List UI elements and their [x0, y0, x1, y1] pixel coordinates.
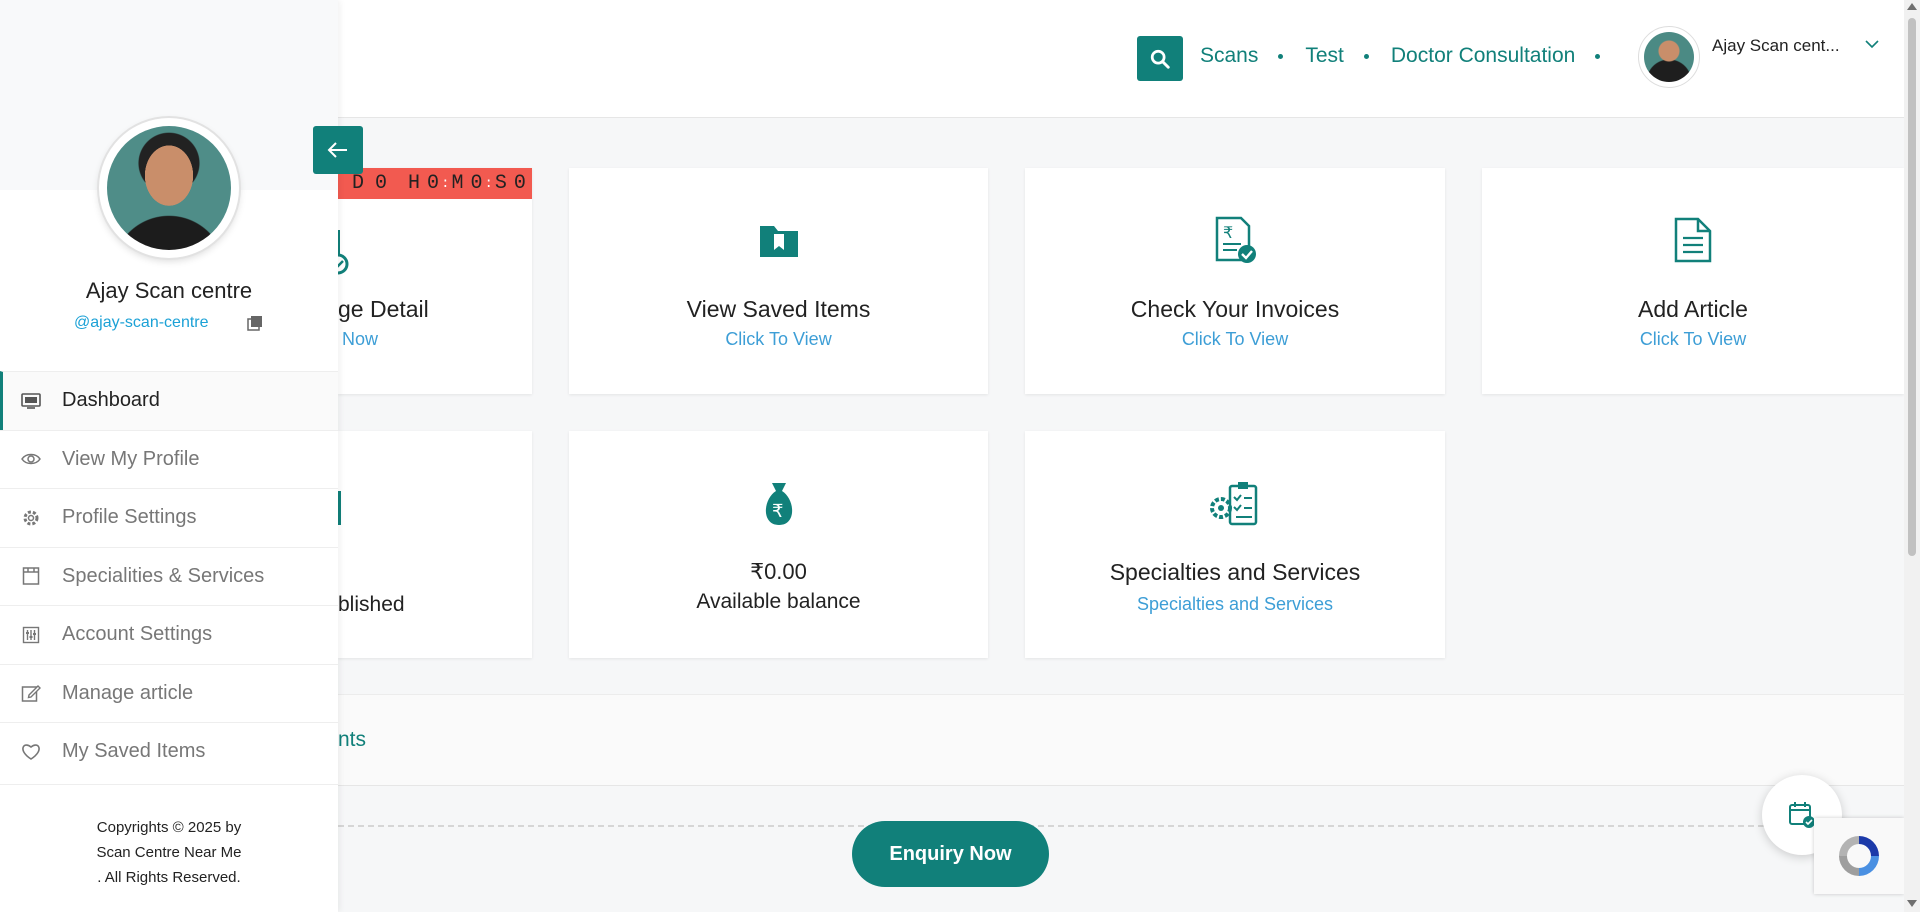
countdown-timer: D0 H0: M0: S0	[338, 168, 532, 199]
invoice-icon: ₹	[1207, 212, 1263, 268]
clipboard-gear-icon	[1207, 476, 1263, 532]
copy-icon[interactable]	[247, 315, 263, 331]
edit-icon	[20, 682, 42, 704]
sidebar-item-label: Specialities & Services	[62, 564, 265, 587]
package-detail-link[interactable]: Now	[338, 329, 532, 350]
specialties-services-link[interactable]: Specialties and Services	[1025, 594, 1445, 615]
sidebar-item-label: Profile Settings	[62, 506, 197, 529]
scroll-down-arrow[interactable]	[1907, 900, 1917, 907]
view-saved-items-title: View Saved Items	[686, 296, 871, 322]
check-invoices-link[interactable]: Click To View	[1025, 329, 1445, 350]
published-icon	[338, 491, 341, 525]
user-name[interactable]: Ajay Scan cent...	[1712, 36, 1840, 56]
timer-minutes-label: M	[451, 172, 465, 195]
profile-photo[interactable]	[99, 118, 239, 258]
sidebar-menu: Dashboard View My Profile Profile Settin…	[0, 371, 338, 781]
nav-separator	[1595, 53, 1601, 59]
document-icon	[1665, 212, 1721, 268]
sidebar-item-label: View My Profile	[62, 447, 200, 470]
enquiry-now-button[interactable]: Enquiry Now	[852, 821, 1049, 887]
sliders-icon	[20, 624, 42, 646]
add-article-title: Add Article	[1638, 296, 1748, 322]
sidebar-item-label: Manage article	[62, 681, 194, 704]
copyright-line: . All Rights Reserved.	[97, 869, 241, 886]
calendar-check-icon	[1789, 802, 1815, 828]
nav-test[interactable]: Test	[1305, 44, 1344, 68]
sidebar-item-label: Account Settings	[62, 623, 213, 646]
search-button[interactable]	[1137, 36, 1183, 81]
timer-seconds-label: S	[494, 172, 508, 195]
svg-text:₹: ₹	[772, 501, 783, 522]
timer-days-label: D	[352, 172, 366, 195]
profile-name: Ajay Scan centre	[85, 278, 253, 303]
page-scrollbar[interactable]	[1904, 0, 1920, 912]
saved-folder-icon	[751, 212, 807, 268]
timer-seconds-value: 0	[513, 172, 527, 195]
sidebar-item-specialities-services[interactable]: Specialities & Services	[0, 546, 338, 606]
sidebar-item-dashboard[interactable]: Dashboard	[0, 371, 338, 430]
check-invoices-title: Check Your Invoices	[1130, 296, 1340, 322]
timer-separator: :	[484, 175, 494, 192]
recaptcha-badge[interactable]	[1814, 818, 1904, 894]
copyright-line: Scan Centre Near Me	[96, 844, 242, 861]
calendar-page-icon	[20, 565, 42, 587]
sidebar-item-manage-article[interactable]: Manage article	[0, 663, 338, 723]
timer-separator: :	[441, 175, 451, 192]
published-card[interactable]: blished	[338, 431, 532, 658]
divider	[338, 825, 1904, 827]
profile-handle[interactable]: @ajay-scan-centre	[74, 314, 209, 332]
package-detail-title: ge Detail	[338, 296, 429, 322]
avatar[interactable]	[1638, 26, 1700, 88]
chevron-down-icon[interactable]	[1864, 36, 1880, 52]
svg-text:₹: ₹	[1223, 223, 1233, 242]
timer-hours-label: H	[408, 172, 422, 195]
published-title: blished	[338, 593, 405, 616]
heart-icon	[20, 741, 42, 763]
monitor-icon	[20, 390, 42, 412]
sidebar-item-label: Dashboard	[62, 389, 160, 412]
sidebar-item-view-profile[interactable]: View My Profile	[0, 429, 338, 489]
balance-label: Available balance	[696, 590, 861, 613]
user-menu[interactable]: Ajay Scan cent...	[1638, 26, 1880, 88]
gear-icon	[20, 507, 42, 529]
main-nav: Scans Test Doctor Consultation	[1200, 44, 1622, 68]
sidebar-item-label: My Saved Items	[62, 740, 206, 763]
nav-separator	[1278, 53, 1284, 59]
view-saved-items-link[interactable]: Click To View	[569, 329, 988, 350]
nav-scans[interactable]: Scans	[1200, 44, 1258, 68]
specialties-services-title: Specialties and Services	[1109, 559, 1361, 585]
specialties-services-card[interactable]: Specialties and Services Specialties and…	[1025, 431, 1445, 658]
sidebar-item-my-saved-items[interactable]: My Saved Items	[0, 722, 338, 781]
search-icon	[1150, 49, 1170, 69]
view-saved-items-card[interactable]: View Saved Items Click To View	[569, 168, 988, 394]
page: Scans Test Doctor Consultation Ajay Scan…	[0, 0, 1920, 912]
sidebar: Ajay Scan centre @ajay-scan-centre Dashb…	[0, 0, 338, 912]
appointments-tab[interactable]: nts	[338, 728, 366, 752]
recaptcha-icon	[1839, 836, 1879, 876]
eye-icon	[20, 448, 42, 470]
available-balance-card[interactable]: ₹ ₹0.00 Available balance	[569, 431, 988, 658]
add-article-link[interactable]: Click To View	[1482, 329, 1904, 350]
copyright-line: Copyrights © 2025 by	[96, 819, 242, 836]
sidebar-item-account-settings[interactable]: Account Settings	[0, 605, 338, 664]
add-article-card[interactable]: Add Article Click To View	[1482, 168, 1904, 394]
sidebar-footer: Copyrights © 2025 by Scan Centre Near Me…	[0, 784, 338, 890]
appointments-tabs-bar	[338, 694, 1904, 786]
sidebar-collapse-button[interactable]	[313, 126, 363, 174]
check-invoices-card[interactable]: ₹ Check Your Invoices Click To View	[1025, 168, 1445, 394]
arrow-left-icon	[327, 142, 347, 158]
balance-amount: ₹0.00	[750, 559, 807, 584]
sidebar-item-profile-settings[interactable]: Profile Settings	[0, 488, 338, 547]
nav-separator	[1363, 53, 1369, 59]
timer-minutes-value: 0	[470, 172, 484, 195]
scroll-up-arrow[interactable]	[1907, 3, 1917, 10]
nav-doctor-consultation[interactable]: Doctor Consultation	[1391, 44, 1575, 68]
scroll-thumb[interactable]	[1908, 18, 1916, 556]
timer-hours-value: 0	[427, 172, 441, 195]
package-detail-card[interactable]: ge Detail Now	[330, 168, 532, 394]
timer-days-value: 0	[375, 172, 389, 195]
money-bag-icon: ₹	[751, 476, 807, 532]
